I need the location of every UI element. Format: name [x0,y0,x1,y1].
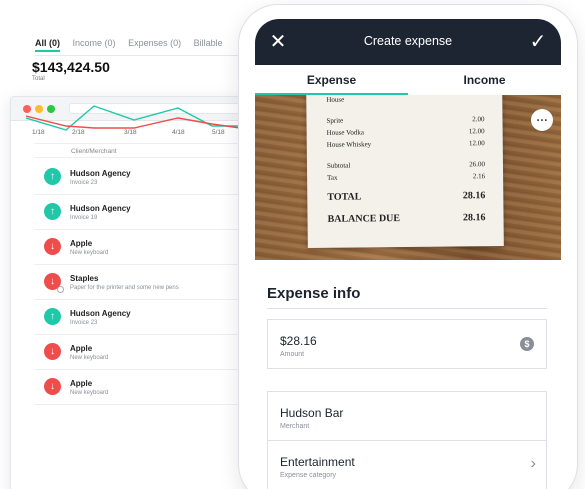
arrow-down-icon: ↓ [44,378,61,395]
x-tick: 4/18 [172,129,185,136]
receipt-item-name: Subtotal [326,161,351,170]
type-switch: Expense Income [255,65,561,95]
receipt-total-label: TOTAL [327,191,362,203]
receipt-item-value: 12.00 [468,139,485,148]
receipt-item-name: Tax [327,173,338,182]
receipt-item-value: 2.00 [472,115,485,124]
arrow-up-icon: ↑ [44,168,61,185]
receipt-balance-label: BALANCE DUE [327,213,401,225]
merchant-value: Hudson Bar [280,406,344,420]
arrow-down-icon: ↓ [44,273,64,293]
x-tick: 3/18 [124,129,137,136]
category-field[interactable]: Entertainment Expense category › [267,440,547,489]
arrow-up-icon: ↑ [44,203,61,220]
merchant-label: Merchant [280,423,310,430]
row-title: Apple [70,379,93,388]
receipt-photo[interactable]: House Sprite 2.00 House Vodka 12.00 Hous… [255,95,561,260]
x-tick: 2/18 [72,129,85,136]
row-subtitle: Invoice 23 [70,180,98,186]
section-divider [267,308,547,309]
total-amount: $143,424.50 [32,59,110,75]
x-tick: 1/18 [32,129,45,136]
receipt-paper: House Sprite 2.00 House Vodka 12.00 Hous… [306,95,504,249]
merchant-field[interactable]: Hudson Bar Merchant [267,391,547,441]
x-tick: 5/18 [212,129,225,136]
row-title: Hudson Agency [70,309,131,318]
receipt-item-name: Sprite [326,116,344,125]
row-subtitle: New keyboard [70,355,109,361]
row-subtitle: Invoice 19 [70,215,98,221]
category-label: Expense category [280,472,337,479]
arrow-down-icon: ↓ [44,238,61,255]
amount-field[interactable]: $28.16 Amount $ [267,319,547,369]
save-check-icon[interactable]: ✓ [525,29,551,55]
app-showcase: All (0) Income (0) Expenses (0) Billable… [0,0,585,489]
receipt-item-value: 26.00 [469,160,486,169]
row-subtitle: Invoice 23 [70,320,98,326]
arrow-up-icon: ↑ [44,308,61,325]
row-subtitle: New keyboard [70,250,109,256]
more-options-icon[interactable]: … [531,109,553,131]
page-title: Create expense [363,34,453,48]
chevron-right-icon: › [530,455,536,472]
tab-income[interactable]: Income (0) [73,38,116,48]
receipt-item-value: 2.16 [472,172,486,181]
row-subtitle: New keyboard [70,390,109,396]
receipt-item-value: 12.00 [468,127,485,136]
tab-expense[interactable]: Expense [255,65,408,95]
row-title: Apple [70,344,93,353]
app-header: ✕ Create expense ✓ [255,19,561,65]
amount-value: $28.16 [280,334,317,348]
row-subtitle: Paper for the printer and some new pens [70,285,179,291]
category-value: Entertainment [280,455,355,469]
attachment-badge-icon [57,286,64,293]
total-label: Total [32,76,45,82]
tab-billable[interactable]: Billable [194,38,223,48]
tab-all[interactable]: All (0) [35,38,61,52]
receipt-item-name: House Whiskey [326,140,372,149]
receipt-balance-value: 28.16 [462,212,486,224]
amount-label: Amount [280,351,305,358]
section-title: Expense info [267,285,361,302]
receipt-fragment: House [326,95,345,104]
row-title: Hudson Agency [70,204,131,213]
receipt-item-name: House Vodka [326,128,364,137]
arrow-down-icon: ↓ [44,343,61,360]
row-title: Hudson Agency [70,169,131,178]
tab-income[interactable]: Income [408,65,561,95]
currency-icon[interactable]: $ [520,337,534,351]
row-title: Staples [70,274,99,283]
phone-frame: ✕ Create expense ✓ Expense Income House … [238,4,578,489]
row-title: Apple [70,239,93,248]
tab-expenses[interactable]: Expenses (0) [128,38,181,48]
receipt-total-value: 28.16 [462,190,486,202]
